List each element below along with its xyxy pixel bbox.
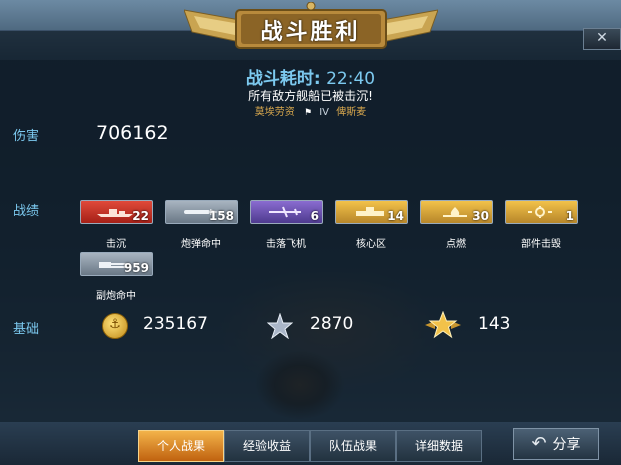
base-label: 基础 [13,322,40,337]
badge-caption: 部件击毁 [521,239,561,250]
badge-count: 1 [565,209,574,223]
badge-shell-hits[interactable]: 158 [165,200,238,224]
tab-team-results[interactable]: 队伍战果 [310,430,396,462]
achievements-label: 战绩 [13,204,40,219]
badge-sunk[interactable]: 22 [80,200,153,224]
tab-detailed-data[interactable]: 详细数据 [396,430,482,462]
badge-caption: 点燃 [446,239,466,250]
ship-icon [97,209,133,217]
battle-time: 战斗耗时: 22:40 [0,64,621,89]
victory-title: 战斗胜利 [260,20,361,45]
badge-citadel[interactable]: 14 [335,200,408,224]
coin-icon: ⚓ [102,313,128,339]
badge-caption: 炮弹命中 [181,239,221,250]
badge-count: 22 [132,209,149,223]
experience-value: 2870 [310,314,354,334]
close-icon: ✕ [596,30,608,46]
battle-result-text: 所有敌方舰船已被击沉! [248,89,373,103]
badge-planes-shot[interactable]: 6 [250,200,323,224]
damage-label: 伤害 [13,129,40,144]
badge-caption: 击沉 [106,239,126,250]
tab-experience[interactable]: 经验收益 [224,430,310,462]
share-button[interactable]: ↶ 分享 [513,428,599,460]
fire-icon [443,207,467,217]
tab-personal-results[interactable]: 个人战果 [138,430,224,462]
close-button[interactable]: ✕ [583,28,621,50]
ship-tier: IV [319,107,330,118]
badge-count: 959 [123,261,149,275]
badge-count: 14 [387,209,404,223]
badge-secondary-hits[interactable]: 959 [80,252,153,276]
gear-icon [528,206,552,218]
badge-fires[interactable]: 30 [420,200,493,224]
share-label: 分享 [552,437,581,453]
badge-count: 158 [208,209,234,223]
ship-name: 俾斯麦 [336,107,367,118]
plane-icon [269,206,301,218]
anchor-icon: ⚓ [109,317,121,332]
player-ship-line: 莫埃劳资 ⚑ IV 俾斯麦 [0,103,621,118]
citadel-icon [356,207,384,216]
share-arrow-icon: ↶ [531,433,547,454]
battle-time-label: 战斗耗时: [245,69,321,89]
star-points-icon [425,311,461,339]
player-name: 莫埃劳资 [254,107,295,118]
flag-icon: ⚑ [303,108,313,118]
badge-caption: 击落飞机 [266,239,306,250]
coins-value: 235167 [143,314,208,334]
badge-count: 6 [310,209,319,223]
badge-count: 30 [472,209,489,223]
badge-caption: 副炮命中 [96,291,136,302]
badge-caption: 核心区 [356,239,386,250]
badge-modules-destroyed[interactable]: 1 [505,200,578,224]
experience-star-icon [267,313,293,339]
damage-value: 706162 [96,122,169,144]
battle-time-value: 22:40 [326,69,376,89]
star-points-value: 143 [478,314,511,334]
